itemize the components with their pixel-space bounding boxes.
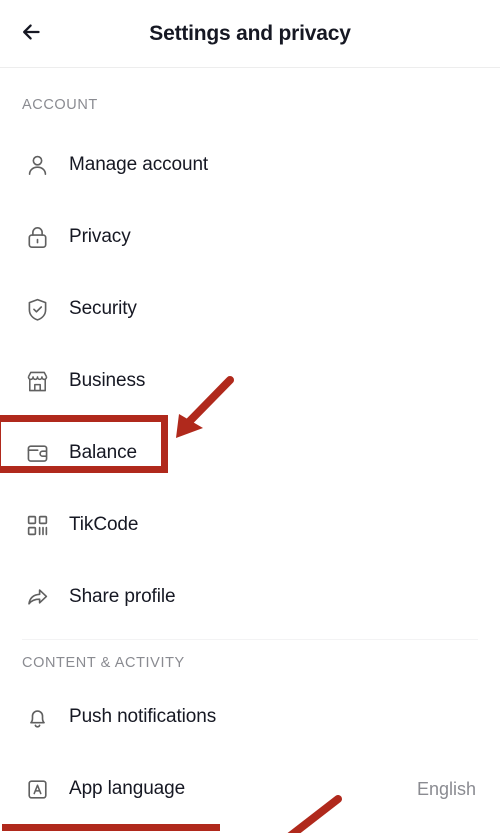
settings-and-privacy-screen: Settings and privacy ACCOUNT Manage acco… — [0, 0, 500, 833]
settings-row-label: TikCode — [69, 514, 139, 535]
qr-code-icon — [22, 510, 52, 540]
section-header-content-activity: CONTENT & ACTIVITY — [22, 654, 185, 671]
settings-row-label: Business — [69, 370, 146, 391]
bell-icon — [22, 702, 52, 732]
app-header: Settings and privacy — [0, 0, 500, 68]
letter-a-box-icon — [22, 774, 52, 804]
arrow-left-icon — [18, 17, 48, 50]
settings-row-tikcode[interactable]: TikCode — [0, 489, 500, 561]
person-icon — [22, 150, 52, 180]
settings-row-security[interactable]: Security — [0, 273, 500, 345]
wallet-icon — [22, 438, 52, 468]
settings-row-balance[interactable]: Balance — [0, 417, 500, 489]
section-divider — [22, 639, 478, 640]
shield-check-icon — [22, 294, 52, 324]
settings-row-label: Push notifications — [69, 706, 217, 727]
settings-row-manage-account[interactable]: Manage account — [0, 129, 500, 201]
app-language-value: English — [416, 778, 476, 799]
section-header-account: ACCOUNT — [22, 96, 98, 113]
settings-row-label: Share profile — [69, 586, 176, 607]
page-title: Settings and privacy — [149, 21, 351, 45]
settings-row-share-profile[interactable]: Share profile — [0, 561, 500, 633]
settings-row-label: Manage account — [69, 154, 209, 175]
annotation-highlight-box-partial — [2, 824, 220, 833]
settings-row-label: Security — [69, 298, 137, 319]
settings-row-privacy[interactable]: Privacy — [0, 201, 500, 273]
settings-row-label: Balance — [69, 442, 137, 463]
back-button[interactable] — [18, 13, 60, 55]
lock-icon — [22, 222, 52, 252]
settings-row-business[interactable]: Business — [0, 345, 500, 417]
settings-row-push-notifications[interactable]: Push notifications — [0, 681, 500, 753]
settings-row-app-language[interactable]: App language English — [0, 753, 500, 825]
share-arrow-icon — [22, 582, 52, 612]
settings-row-label: App language — [69, 778, 186, 799]
storefront-icon — [22, 366, 52, 396]
settings-row-label: Privacy — [69, 226, 131, 247]
